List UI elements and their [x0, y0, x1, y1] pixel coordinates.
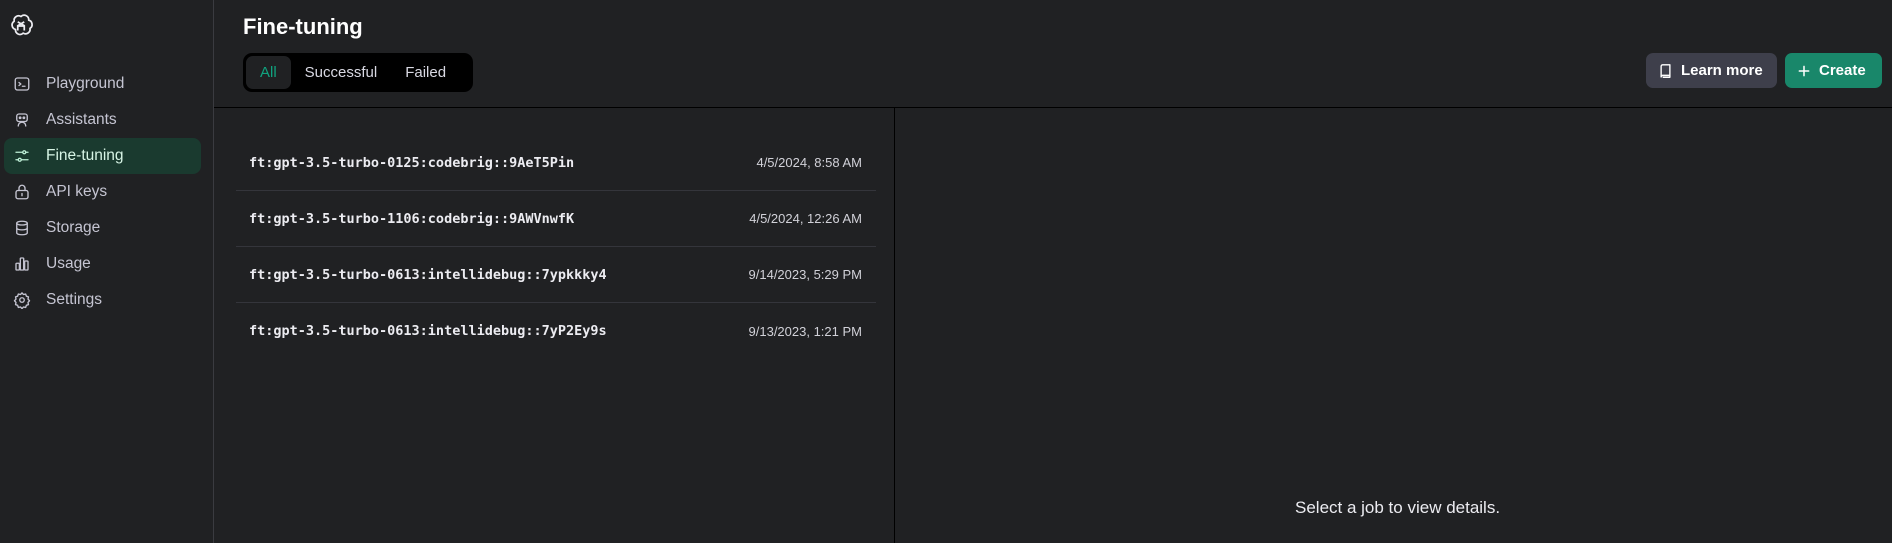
sidebar-item-playground[interactable]: Playground [4, 66, 201, 102]
app-window: Playground Assistants Fine-tuning API ke… [0, 0, 1892, 543]
database-icon [12, 218, 32, 238]
job-name: ft:gpt-3.5-turbo-0613:intellidebug::7yP2… [249, 323, 607, 339]
learn-more-button[interactable]: Learn more [1646, 53, 1777, 88]
sidebar-item-label: Usage [46, 255, 91, 272]
book-icon [1658, 63, 1673, 79]
job-row[interactable]: ft:gpt-3.5-turbo-1106:codebrig::9AWVnwfK… [236, 191, 876, 247]
sidebar-nav: Playground Assistants Fine-tuning API ke… [4, 66, 201, 318]
job-name: ft:gpt-3.5-turbo-0125:codebrig::9AeT5Pin [249, 154, 575, 171]
sidebar-item-assistants[interactable]: Assistants [4, 102, 201, 138]
sidebar-item-usage[interactable]: Usage [4, 246, 201, 282]
status-filter-tabs: All Successful Failed [243, 53, 473, 92]
openai-logo-icon[interactable] [7, 12, 35, 40]
plus-icon [1797, 64, 1811, 78]
sidebar: Playground Assistants Fine-tuning API ke… [0, 0, 214, 543]
sidebar-item-label: Storage [46, 219, 101, 236]
job-list: ft:gpt-3.5-turbo-0125:codebrig::9AeT5Pin… [236, 135, 876, 359]
job-name: ft:gpt-3.5-turbo-1106:codebrig::9AWVnwfK [249, 210, 575, 227]
bar-chart-icon [12, 254, 32, 274]
sidebar-item-label: API keys [46, 183, 108, 200]
lock-icon [12, 182, 32, 202]
sidebar-item-fine-tuning[interactable]: Fine-tuning [4, 138, 201, 174]
job-date: 9/13/2023, 1:21 PM [748, 323, 862, 339]
sidebar-item-label: Assistants [46, 111, 117, 128]
header-divider [214, 107, 1892, 108]
filter-tab-successful[interactable]: Successful [291, 56, 392, 89]
sidebar-item-label: Playground [46, 75, 125, 92]
pane-divider [894, 108, 895, 543]
filter-tab-failed[interactable]: Failed [391, 56, 460, 89]
sidebar-item-label: Fine-tuning [46, 147, 124, 164]
gear-icon [12, 290, 32, 310]
robot-icon [12, 110, 32, 130]
job-date: 4/5/2024, 8:58 AM [756, 155, 862, 170]
job-row[interactable]: ft:gpt-3.5-turbo-0125:codebrig::9AeT5Pin… [236, 135, 876, 191]
job-date: 4/5/2024, 12:26 AM [749, 211, 862, 226]
job-date: 9/14/2023, 5:29 PM [748, 267, 862, 282]
filter-tab-all[interactable]: All [246, 56, 291, 89]
sidebar-item-label: Settings [46, 291, 103, 308]
job-row[interactable]: ft:gpt-3.5-turbo-0613:intellidebug::7yP2… [236, 303, 876, 359]
learn-more-label: Learn more [1681, 62, 1763, 79]
create-label: Create [1819, 62, 1866, 79]
detail-empty-message: Select a job to view details. [1295, 498, 1501, 517]
job-row[interactable]: ft:gpt-3.5-turbo-0613:intellidebug::7ypk… [236, 247, 876, 303]
sidebar-item-settings[interactable]: Settings [4, 282, 201, 318]
sidebar-item-api-keys[interactable]: API keys [4, 174, 201, 210]
job-name: ft:gpt-3.5-turbo-0613:intellidebug::7ypk… [249, 266, 607, 283]
page-title: Fine-tuning [243, 14, 363, 39]
terminal-icon [12, 74, 32, 94]
create-button[interactable]: Create [1785, 53, 1882, 88]
sidebar-item-storage[interactable]: Storage [4, 210, 201, 246]
sliders-icon [12, 146, 32, 166]
